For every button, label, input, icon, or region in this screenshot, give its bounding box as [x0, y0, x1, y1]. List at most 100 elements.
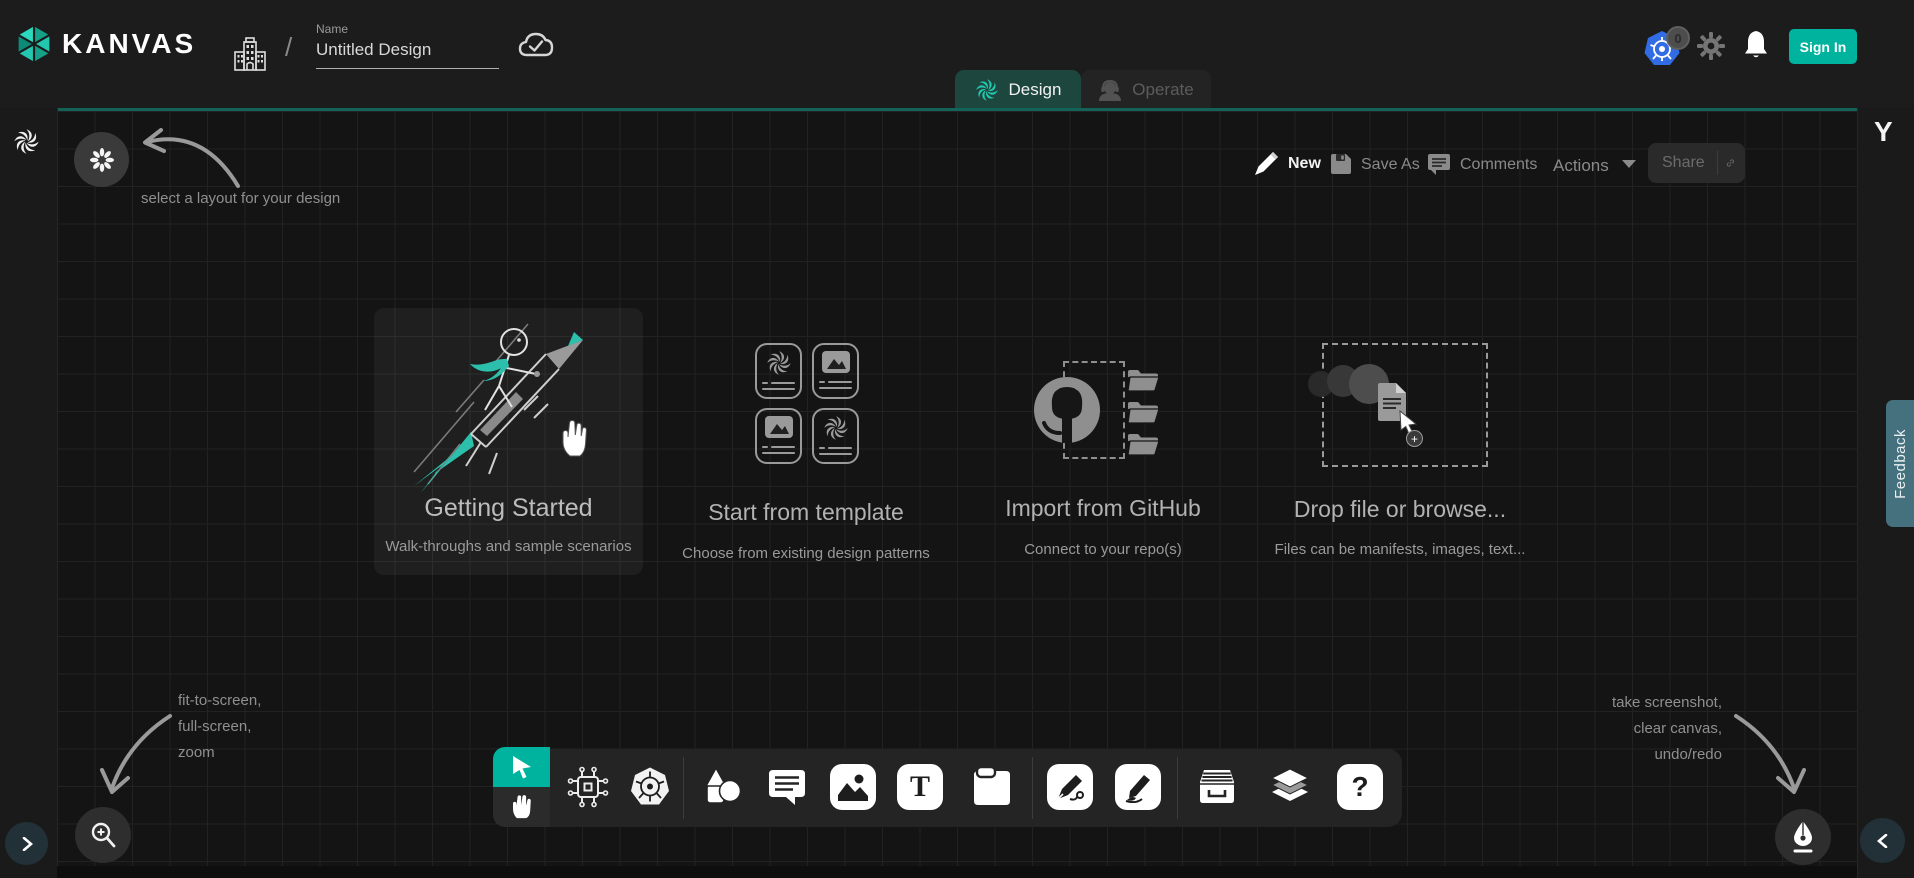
share-label: Share — [1662, 154, 1705, 172]
image-icon — [837, 771, 869, 803]
actions-caret-icon[interactable] — [1622, 160, 1636, 168]
component-circuit-icon — [566, 765, 610, 809]
magnifier-plus-icon — [89, 821, 117, 849]
note-icon — [970, 765, 1014, 809]
card-title: Drop file or browse... — [1250, 496, 1550, 523]
actions-menu-button[interactable]: Actions — [1553, 156, 1609, 176]
cursor-arrow-icon — [510, 755, 534, 779]
notifications-bell-icon[interactable] — [1742, 29, 1770, 61]
github-octocat-icon — [1032, 375, 1102, 445]
card-subtitle: Walk-throughs and sample scenarios — [374, 538, 643, 555]
layout-hint-text: select a layout for your design — [141, 186, 340, 212]
toolbar-divider — [683, 757, 684, 819]
save-as-button[interactable]: Save As — [1361, 156, 1420, 174]
comment-bubble-icon — [765, 765, 809, 809]
question-mark-glyph: ? — [1351, 773, 1368, 801]
cursor-tool-button[interactable] — [493, 747, 550, 787]
feedback-tab[interactable]: Feedback — [1886, 400, 1914, 527]
organization-icon[interactable] — [233, 36, 267, 74]
pen-tools-button[interactable] — [1775, 809, 1831, 865]
kubernetes-count-badge[interactable]: 0 — [1666, 26, 1690, 50]
template-image-icon — [764, 415, 794, 439]
zoom-button[interactable] — [75, 807, 131, 863]
card-title: Import from GitHub — [953, 495, 1253, 522]
comments-icon[interactable] — [1426, 152, 1452, 177]
kanvas-app: KANVAS / Name Untitled Design — [0, 0, 1914, 878]
comments-button[interactable]: Comments — [1460, 156, 1537, 174]
design-name-field: Name Untitled Design — [316, 22, 499, 69]
repo-folder-icon — [1127, 431, 1160, 456]
hand-pan-icon — [510, 794, 534, 820]
chevron-left-icon — [1876, 834, 1890, 848]
shapes-tool-button[interactable] — [699, 764, 745, 810]
image-tool-button[interactable] — [830, 764, 876, 810]
new-pencil-icon[interactable] — [1253, 149, 1281, 177]
card-subtitle: Files can be manifests, images, text... — [1250, 541, 1550, 558]
template-thumb — [812, 343, 859, 399]
pencil-draw-icon — [1122, 771, 1154, 803]
share-button[interactable]: Share — [1648, 143, 1745, 183]
meshery-spiral-icon[interactable] — [13, 128, 40, 155]
design-name-label: Name — [316, 22, 499, 36]
card-subtitle: Choose from existing design patterns — [656, 545, 956, 562]
tab-design[interactable]: Design — [955, 70, 1081, 110]
autosave-cloud-check-icon — [517, 30, 555, 60]
pen-nib-icon — [1788, 820, 1818, 854]
pan-tool-button[interactable] — [493, 787, 550, 827]
hand-pointer-cursor — [556, 418, 592, 458]
breadcrumb: / — [285, 32, 292, 63]
layers-icon — [1268, 765, 1312, 809]
card-title: Start from template — [656, 499, 956, 526]
design-name-underline — [316, 68, 499, 69]
kubernetes-tool-button[interactable] — [627, 764, 673, 810]
bezier-pen-icon — [1054, 771, 1086, 803]
share-link-icon — [1726, 153, 1735, 173]
canvas-tools-hint-text: take screenshot, clear canvas, undo/redo — [1522, 690, 1722, 768]
layers-tool-button[interactable] — [1267, 764, 1313, 810]
comment-tool-button[interactable] — [764, 764, 810, 810]
component-tool-button[interactable] — [565, 764, 611, 810]
pencil-tool-button[interactable] — [1115, 764, 1161, 810]
tools-hint-arrow — [1728, 708, 1806, 806]
note-tool-button[interactable] — [969, 764, 1015, 810]
sign-in-button[interactable]: Sign In — [1789, 29, 1857, 64]
operate-headset-icon — [1098, 78, 1122, 102]
design-name-input[interactable]: Untitled Design — [316, 40, 499, 60]
card-title: Getting Started — [374, 494, 643, 523]
zoom-hint-text: fit-to-screen, full-screen, zoom — [178, 688, 261, 766]
save-as-icon[interactable] — [1329, 152, 1353, 176]
plus-badge-icon: + — [1406, 430, 1423, 447]
layout-hint-arrow — [133, 118, 243, 193]
mode-tabs: Design Operate — [955, 70, 1211, 110]
template-thumb — [755, 408, 802, 464]
drawer-archive-icon — [1195, 765, 1239, 809]
new-button[interactable]: New — [1288, 155, 1321, 173]
zoom-hint-arrow — [100, 708, 178, 806]
toolbar-divider — [1032, 757, 1033, 819]
help-tool-button[interactable]: ? — [1337, 764, 1383, 810]
expand-left-panel-button[interactable] — [5, 822, 48, 865]
left-rail — [0, 108, 58, 878]
settings-gear-icon[interactable] — [1697, 32, 1725, 60]
tab-operate[interactable]: Operate — [1081, 70, 1211, 110]
pen-tool-button[interactable] — [1047, 764, 1093, 810]
kubernetes-wheel-icon — [628, 765, 672, 809]
brand-wordmark: KANVAS — [62, 28, 196, 60]
repo-folder-icon — [1127, 399, 1160, 424]
drawer-tool-button[interactable] — [1194, 764, 1240, 810]
card-subtitle: Connect to your repo(s) — [953, 541, 1253, 558]
template-thumb — [755, 343, 802, 399]
pointer-tool-stack — [493, 747, 550, 827]
bottom-strip — [57, 866, 1857, 878]
layout-selector-button[interactable] — [74, 132, 129, 187]
template-spiral-icon — [823, 415, 849, 441]
template-spiral-icon — [766, 350, 792, 376]
rocket-rider-illustration — [396, 314, 621, 492]
text-tool-button[interactable]: T — [897, 764, 943, 810]
layout-flower-icon — [89, 147, 115, 173]
kanvas-logo-icon[interactable] — [14, 24, 54, 64]
text-T-glyph: T — [910, 772, 930, 802]
collapse-right-panel-button[interactable] — [1860, 818, 1905, 863]
side-logo[interactable]: Y — [1874, 116, 1893, 148]
getting-started-card[interactable]: Getting Started Walk-throughs and sample… — [374, 308, 643, 575]
